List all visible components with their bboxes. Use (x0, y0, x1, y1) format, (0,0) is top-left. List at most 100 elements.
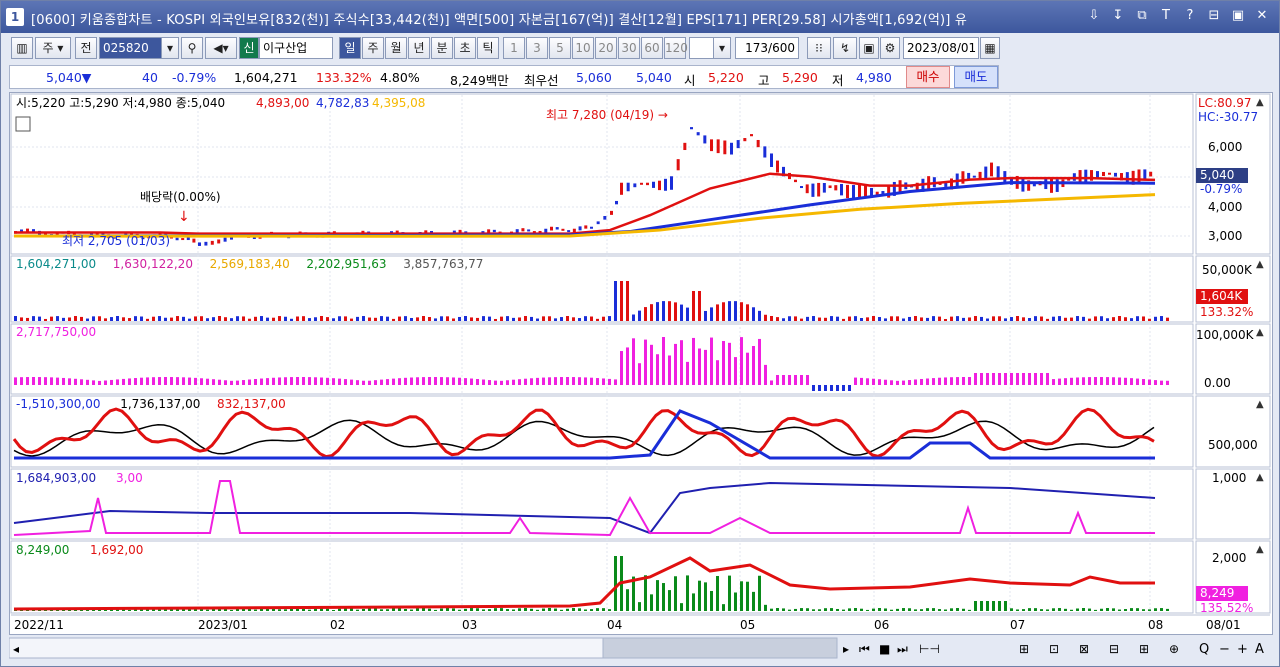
custom-dropdown-icon[interactable]: ▾ (713, 37, 731, 59)
interval-week[interactable]: 주 (362, 37, 384, 59)
chart-type-icon[interactable]: ▥ (11, 37, 33, 59)
panel6-legend-0: 8,249,00 (16, 543, 69, 557)
zoom-icon-1[interactable]: ⊞ (1019, 642, 1029, 656)
panel-menu-icon: ▲ (1256, 259, 1264, 270)
stop-icon[interactable]: ■ (879, 642, 890, 656)
num-1[interactable]: 1 (503, 37, 525, 59)
panel6-bar (752, 591, 755, 611)
price-candle (1055, 179, 1059, 192)
copy-window-icon[interactable]: ⧉ (1133, 7, 1151, 25)
zoom-icon-6[interactable]: ⊕ (1169, 642, 1179, 656)
num-30[interactable]: 30 (618, 37, 640, 59)
panel3-bar (554, 377, 557, 385)
zoom-icon-2[interactable]: ⊡ (1049, 642, 1059, 656)
search-icon[interactable]: ⚲ (181, 37, 203, 59)
zoom-icon-5[interactable]: ⊞ (1139, 642, 1149, 656)
help-icon[interactable]: ? (1181, 7, 1199, 25)
panel3-bar (380, 379, 383, 385)
auto-icon[interactable]: A (1255, 642, 1264, 657)
panel3-bar (860, 377, 863, 385)
panel6-bar (128, 609, 131, 611)
code-dropdown-icon[interactable]: ▾ (161, 37, 179, 59)
calendar-icon[interactable]: ▦ (980, 37, 1000, 59)
volume-axis-tick: 50,000K (1202, 263, 1253, 277)
volume-bar (272, 317, 275, 321)
plus-icon[interactable]: + (1237, 642, 1248, 657)
volume-bar (170, 317, 173, 321)
panel6-bar (1070, 609, 1073, 611)
num-20[interactable]: 20 (595, 37, 617, 59)
x-axis-label: 04 (607, 618, 622, 632)
ma3-value: 4,395,08 (372, 96, 425, 110)
price-candle (858, 184, 861, 199)
forward-icon[interactable]: ⏭ (897, 642, 908, 656)
zoom-out-icon[interactable]: − (1219, 642, 1230, 657)
volume-bar (296, 316, 299, 321)
prev-button[interactable]: 전 (75, 37, 97, 59)
volume-bar (1034, 316, 1037, 321)
maximize-icon[interactable]: ▣ (1229, 7, 1247, 25)
volume-bar (1010, 317, 1013, 321)
indicator-icon[interactable]: ⁝⁝ (807, 37, 831, 59)
panel3-bar (656, 354, 659, 385)
rewind-icon[interactable]: ⏮ (859, 642, 870, 656)
panel6-bar (818, 609, 821, 611)
sell-button[interactable]: 매도 (954, 66, 998, 88)
interval-day[interactable]: 일 (339, 37, 361, 59)
chart-svg[interactable]: ▲ ▲ ▲ ▲ ▲ ▲ 시:5,220 고:5,290 저:4,980 종:5,040 4,8… (10, 93, 1272, 634)
zoom-range-icon[interactable]: ⊢⊣ (919, 642, 940, 656)
price-candle (633, 183, 637, 188)
scroll-right-icon[interactable]: ▸ (843, 642, 849, 656)
scroll-thumb[interactable] (602, 637, 838, 659)
zoom-in-icon[interactable]: Q (1199, 642, 1209, 657)
count-field[interactable]: 173/600 (735, 37, 799, 59)
pin-icon[interactable]: ↧ (1109, 7, 1127, 25)
panel6-bar (386, 609, 389, 611)
volume-bar (518, 317, 521, 321)
period-select[interactable]: 주 ▾ (35, 37, 71, 59)
close-icon[interactable]: ✕ (1253, 7, 1271, 25)
num-5[interactable]: 5 (549, 37, 571, 59)
scroll-bar[interactable]: ◂ ▸ ⏮ ■ ⏭ ⊢⊣ ⊞ ⊡ ⊠ ⊟ ⊞ ⊕ Q − + A (8, 637, 1273, 659)
num-3[interactable]: 3 (526, 37, 548, 59)
panel3-bar (422, 377, 425, 385)
volume-bar (608, 316, 611, 321)
gear-icon[interactable]: ⚙ (880, 37, 900, 59)
price-axis-tick: 4,000 (1208, 200, 1242, 214)
num-60[interactable]: 60 (641, 37, 663, 59)
panel6-bar (782, 608, 785, 611)
panel3-bar (410, 377, 413, 385)
compare-icon[interactable]: ↯ (833, 37, 857, 59)
volume-bar (998, 316, 1001, 321)
zoom-icon-4[interactable]: ⊟ (1109, 642, 1119, 656)
panel6-bar (350, 608, 353, 611)
interval-second[interactable]: 초 (454, 37, 476, 59)
volume-legend-4: 3,857,763,77 (403, 257, 483, 271)
num-120[interactable]: 120 (664, 37, 688, 59)
interval-year[interactable]: 년 (408, 37, 430, 59)
interval-tick[interactable]: 틱 (477, 37, 499, 59)
stock-name-field[interactable]: 이구산업 (259, 37, 333, 59)
buy-button[interactable]: 매수 (906, 66, 950, 88)
price-candle (670, 176, 673, 190)
sound-icon[interactable]: ◀▾ (205, 37, 237, 59)
num-10[interactable]: 10 (572, 37, 594, 59)
panel3-bar (488, 380, 491, 385)
panel6-current-tag-text: 8,249 (1200, 586, 1234, 600)
date-field[interactable]: 2023/08/01 (903, 37, 979, 59)
chart-area[interactable]: ▲ ▲ ▲ ▲ ▲ ▲ 시:5,220 고:5,290 저:4,980 종:5,040 4,8… (9, 92, 1273, 635)
interval-month[interactable]: 월 (385, 37, 407, 59)
text-icon[interactable]: T (1157, 7, 1175, 25)
title-bar[interactable]: 1 [0600] 키움종합차트 - KOSPI 외국인보유[832(천)] 주식… (1, 1, 1279, 33)
interval-minute[interactable]: 분 (431, 37, 453, 59)
zoom-icon-3[interactable]: ⊠ (1079, 642, 1089, 656)
minimize-icon[interactable]: ⊟ (1205, 7, 1223, 25)
volume-bar (1064, 317, 1067, 321)
save-icon[interactable]: ▣ (859, 37, 879, 59)
panel6-bar (278, 609, 281, 611)
volume-bar (644, 307, 647, 321)
scroll-left-icon[interactable]: ◂ (13, 642, 19, 656)
panel3-bar (758, 338, 761, 385)
download-icon[interactable]: ⇩ (1085, 7, 1103, 25)
scroll-track[interactable] (8, 637, 604, 659)
